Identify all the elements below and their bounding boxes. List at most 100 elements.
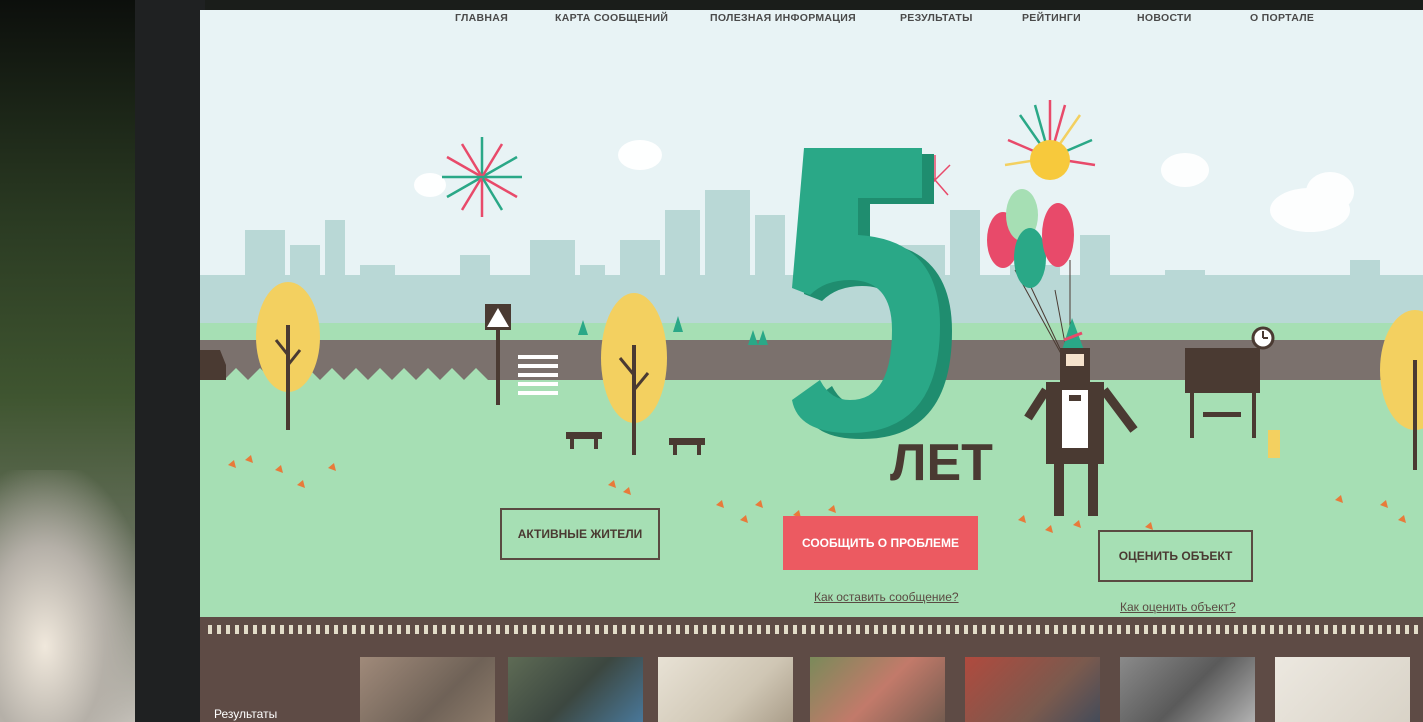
film-perforation <box>532 625 536 634</box>
film-perforation <box>613 625 617 634</box>
film-perforation <box>424 625 428 634</box>
film-perforation <box>982 625 986 634</box>
film-perforation <box>487 625 491 634</box>
film-perforation <box>1378 625 1382 634</box>
film-perforation <box>739 625 743 634</box>
film-perforation <box>811 625 815 634</box>
film-perforation <box>1288 625 1292 634</box>
film-perforation <box>370 625 374 634</box>
film-perforation <box>1369 625 1373 634</box>
film-perforation <box>280 625 284 634</box>
firework-left <box>442 137 522 217</box>
film-perforation <box>1342 625 1346 634</box>
film-perforation <box>1333 625 1337 634</box>
film-perforation <box>406 625 410 634</box>
film-perforation <box>244 625 248 634</box>
main-nav: ГЛАВНАЯ КАРТА СООБЩЕНИЙ ПОЛЕЗНАЯ ИНФОРМА… <box>200 10 1423 40</box>
film-perforation <box>1189 625 1193 634</box>
background-light <box>0 470 150 722</box>
result-thumbnail[interactable] <box>360 657 495 722</box>
active-residents-button[interactable]: АКТИВНЫЕ ЖИТЕЛИ <box>500 508 660 560</box>
film-perforation <box>1351 625 1355 634</box>
nav-item-info[interactable]: ПОЛЕЗНАЯ ИНФОРМАЦИЯ <box>710 12 856 24</box>
nav-item-about[interactable]: О ПОРТАЛЕ <box>1250 12 1314 24</box>
film-perforation <box>1117 625 1121 634</box>
film-perforation <box>1081 625 1085 634</box>
film-perforation <box>928 625 932 634</box>
film-perforation <box>1162 625 1166 634</box>
film-perforation <box>1279 625 1283 634</box>
film-perforation <box>676 625 680 634</box>
report-problem-button[interactable]: СООБЩИТЬ О ПРОБЛЕМЕ <box>783 516 978 570</box>
film-perforation <box>343 625 347 634</box>
report-help-link[interactable]: Как оставить сообщение? <box>814 590 959 604</box>
road-top-teeth <box>200 323 1423 340</box>
film-perforation <box>514 625 518 634</box>
result-thumbnail[interactable] <box>508 657 643 722</box>
result-thumbnail[interactable] <box>1120 657 1255 722</box>
rate-help-link[interactable]: Как оценить объект? <box>1120 600 1236 614</box>
film-perforation <box>640 625 644 634</box>
film-perforation <box>1000 625 1004 634</box>
nav-item-map[interactable]: КАРТА СООБЩЕНИЙ <box>555 12 668 24</box>
film-perforation <box>703 625 707 634</box>
film-perforation <box>802 625 806 634</box>
film-perforation <box>388 625 392 634</box>
film-perforation <box>1153 625 1157 634</box>
film-perforation <box>397 625 401 634</box>
film-perforation <box>784 625 788 634</box>
film-perforation <box>829 625 833 634</box>
film-perforation <box>1315 625 1319 634</box>
film-perforation <box>217 625 221 634</box>
film-perforation <box>1306 625 1310 634</box>
film-perforation <box>352 625 356 634</box>
film-perforation <box>415 625 419 634</box>
film-perforation <box>1090 625 1094 634</box>
film-perforation <box>568 625 572 634</box>
film-perforation <box>775 625 779 634</box>
film-perforation <box>1027 625 1031 634</box>
film-perforation <box>271 625 275 634</box>
film-perforation <box>559 625 563 634</box>
result-thumbnail[interactable] <box>1275 657 1410 722</box>
film-perforation <box>946 625 950 634</box>
film-perforation <box>856 625 860 634</box>
film-perforation <box>1144 625 1148 634</box>
film-perforation <box>1324 625 1328 634</box>
film-perforation <box>721 625 725 634</box>
results-label: Результаты <box>214 707 278 721</box>
website-screen: ГЛАВНАЯ КАРТА СООБЩЕНИЙ ПОЛЕЗНАЯ ИНФОРМА… <box>200 10 1423 722</box>
film-perforation <box>1270 625 1274 634</box>
film-perforation <box>793 625 797 634</box>
film-perforation <box>1216 625 1220 634</box>
film-perforation <box>586 625 590 634</box>
nav-item-home[interactable]: ГЛАВНАЯ <box>455 12 508 24</box>
film-perforation <box>595 625 599 634</box>
film-perforation <box>1387 625 1391 634</box>
rate-object-button[interactable]: ОЦЕНИТЬ ОБЪЕКТ <box>1098 530 1253 582</box>
film-perforation <box>712 625 716 634</box>
film-perforation <box>1414 625 1418 634</box>
film-perforation <box>1396 625 1400 634</box>
result-thumbnail[interactable] <box>810 657 945 722</box>
nav-item-results[interactable]: РЕЗУЛЬТАТЫ <box>900 12 973 24</box>
film-perforation <box>1171 625 1175 634</box>
film-perforation <box>685 625 689 634</box>
film-perforation <box>991 625 995 634</box>
film-perforation <box>838 625 842 634</box>
film-perforation <box>451 625 455 634</box>
film-perforation <box>523 625 527 634</box>
result-thumbnail[interactable] <box>965 657 1100 722</box>
film-perforation <box>379 625 383 634</box>
nav-item-ratings[interactable]: РЕЙТИНГИ <box>1022 12 1081 24</box>
film-perforation <box>325 625 329 634</box>
film-perforation <box>847 625 851 634</box>
film-perforation <box>1108 625 1112 634</box>
nav-item-news[interactable]: НОВОСТИ <box>1137 12 1192 24</box>
result-thumbnail[interactable] <box>658 657 793 722</box>
film-perforations <box>208 625 1423 635</box>
film-perforation <box>1180 625 1184 634</box>
film-perforation <box>226 625 230 634</box>
film-perforation <box>1252 625 1256 634</box>
film-perforation <box>1072 625 1076 634</box>
